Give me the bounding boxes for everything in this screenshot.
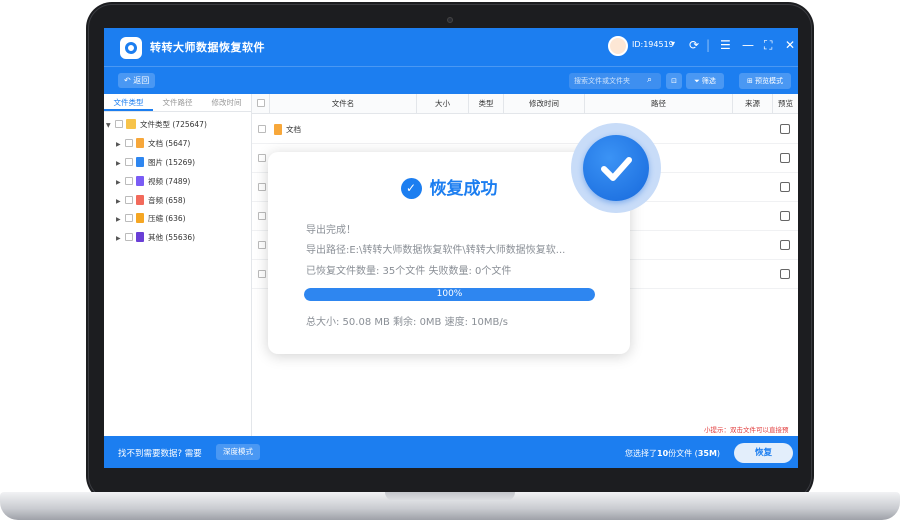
image-search-icon: ⊡ [671,77,677,85]
preview-icon[interactable] [780,269,790,279]
hint-text: 小提示：双击文件可以直接预 [704,426,789,434]
recover-button[interactable]: 恢复 [734,443,793,463]
column-header-modified[interactable]: 修改时间 [504,94,585,114]
document-icon [136,138,144,148]
maximize-icon[interactable]: ⛶ [764,37,772,53]
category-tabs: 文件类型 文件路径 修改时间 [104,94,251,112]
progress-bar: 100% [304,288,595,301]
column-header-path[interactable]: 路径 [585,94,733,114]
expand-icon[interactable]: ▶ [116,138,122,152]
checkbox[interactable] [125,139,133,147]
success-check-icon [583,135,649,201]
column-header-name[interactable]: 文件名 [270,94,417,114]
expand-icon[interactable]: ▶ [116,213,122,227]
filter-button[interactable]: ⏷ 筛选 [686,73,724,89]
back-button[interactable]: ↶ 返回 [118,73,156,88]
row-checkbox[interactable] [258,183,266,191]
selection-summary: 您选择了10份文件 (35M) [625,449,721,458]
file-name: 文档 [286,125,301,134]
export-path: 导出路径:E:\转转大师数据恢复软件\转转大师数据恢复软... [306,245,566,256]
search-icon[interactable]: ⌕ [647,75,652,85]
row-checkbox[interactable] [258,125,266,133]
user-id[interactable]: ID:194519 [632,40,674,49]
preview-icon[interactable] [780,124,790,134]
folder-icon [126,119,136,129]
row-checkbox[interactable] [258,270,266,278]
checkbox[interactable] [115,120,123,128]
archive-icon [136,213,144,223]
back-arrow-icon: ↶ [124,76,134,85]
tree-item-archives[interactable]: ▶ 压缩 (636) [116,212,186,226]
select-all-checkbox[interactable] [256,99,265,107]
column-header-source[interactable]: 来源 [733,94,773,114]
preview-icon[interactable] [780,240,790,250]
menu-icon[interactable]: ☰ [720,37,731,53]
webcam [447,17,453,23]
app-logo-icon [120,37,142,59]
close-icon[interactable]: ✕ [785,37,795,53]
checkbox[interactable] [125,158,133,166]
tab-modified-time[interactable]: 修改时间 [202,94,251,111]
divider: | [706,38,711,52]
tree-item-videos[interactable]: ▶ 视频 (7489) [116,175,190,189]
row-checkbox[interactable] [258,241,266,249]
document-icon [274,124,282,135]
expand-icon[interactable]: ▶ [116,232,122,246]
table-header: 文件名 大小 类型 修改时间 路径 来源 预览 [252,94,798,114]
checkbox[interactable] [125,196,133,204]
expand-icon[interactable]: ▶ [116,157,122,171]
chevron-down-icon[interactable]: ▾ [671,39,675,48]
video-icon [136,176,144,186]
row-checkbox[interactable] [258,212,266,220]
app-title: 转转大师数据恢复软件 [150,41,265,54]
grid-icon: ⊞ [746,77,756,85]
titlebar: 转转大师数据恢复软件 ID:194519 ▾ ⟳ | ☰ — ⛶ ✕ [104,28,798,66]
minimize-icon[interactable]: — [742,37,754,53]
checkbox[interactable] [125,214,133,222]
transfer-stats: 总大小: 50.08 MB 剩余: 0MB 速度: 10MB/s [306,317,508,328]
column-header-type[interactable]: 类型 [469,94,504,114]
checkbox[interactable] [125,177,133,185]
preview-mode-button[interactable]: ⊞ 预览模式 [739,73,791,89]
toolbar: ↶ 返回 搜索文件或文件夹 ⌕ ⊡ ⏷ 筛选 ⊞ 预览模式 [104,66,798,94]
recovered-counts: 已恢复文件数量: 35个文件 失败数量: 0个文件 [306,266,512,277]
row-checkbox[interactable] [258,154,266,162]
preview-icon[interactable] [780,182,790,192]
other-file-icon [136,232,144,242]
success-badge [571,123,661,213]
tree-item-other[interactable]: ▶ 其他 (55636) [116,231,195,245]
expand-icon[interactable]: ▶ [116,195,122,209]
tree-item-images[interactable]: ▶ 图片 (15269) [116,156,195,170]
export-status: 导出完成！ [306,225,356,236]
tree-item-documents[interactable]: ▶ 文档 (5647) [116,137,190,151]
select-all-cell [252,94,270,114]
table-row[interactable]: 文档 [252,115,798,144]
tab-file-path[interactable]: 文件路径 [153,94,202,111]
tab-file-type[interactable]: 文件类型 [104,94,153,111]
laptop-notch [385,492,515,501]
deep-mode-button[interactable]: 深度模式 [216,444,260,460]
preview-icon[interactable] [780,153,790,163]
refresh-icon[interactable]: ⟳ [689,37,699,53]
image-search-button[interactable]: ⊡ [666,73,682,89]
checkbox[interactable] [125,233,133,241]
tree-item-audio[interactable]: ▶ 音频 (658) [116,194,186,208]
column-header-size[interactable]: 大小 [417,94,469,114]
tree-root[interactable]: ▼ 文件类型 (725647) [106,118,207,132]
audio-icon [136,195,144,205]
filter-icon: ⏷ [694,77,702,85]
progress-label: 100% [436,289,463,299]
category-panel: 文件类型 文件路径 修改时间 ▼ 文件类型 (725647) ▶ 文档 (5647)… [104,94,252,436]
expand-icon[interactable]: ▼ [106,119,112,133]
column-header-preview[interactable]: 预览 [773,94,798,114]
bottom-bar: 找不到需要数据? 需要 深度模式 您选择了10份文件 (35M) 恢复 [104,436,798,468]
check-circle-icon: ✓ [400,178,422,199]
not-found-text: 找不到需要数据? 需要 [118,449,202,459]
image-icon [136,157,144,167]
avatar[interactable] [608,36,628,56]
preview-icon[interactable] [780,211,790,221]
expand-icon[interactable]: ▶ [116,176,122,190]
